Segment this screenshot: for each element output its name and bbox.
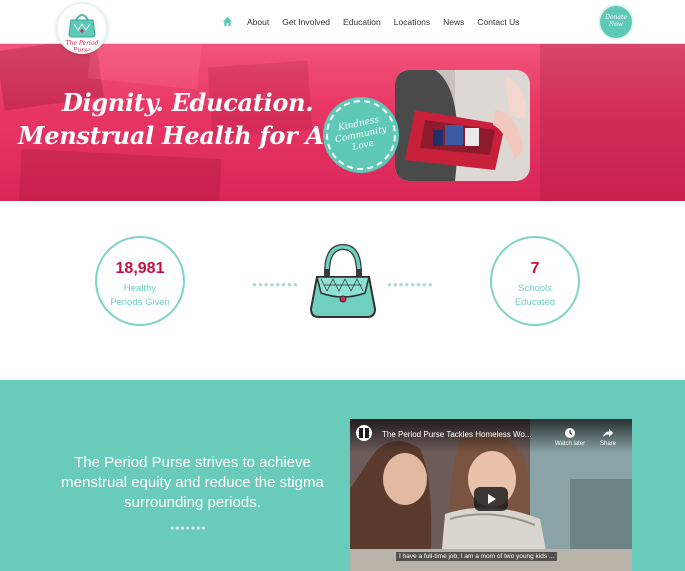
- purse-logo-icon: [68, 14, 96, 38]
- nav-about[interactable]: About: [247, 17, 269, 27]
- hero-bg-shape: [540, 44, 685, 201]
- play-icon: [488, 494, 496, 504]
- home-icon[interactable]: [222, 16, 233, 27]
- nav-news[interactable]: News: [443, 17, 464, 27]
- dots-divider: ●●●●●●●: [170, 525, 207, 532]
- stat-schools-educated: 7 Schools Educated: [490, 236, 580, 326]
- stat-periods-given: 18,981 Healthy Periods Given: [95, 236, 185, 326]
- watch-later-label: Watch later: [555, 441, 586, 447]
- site-logo[interactable]: The Period Purse: [56, 2, 108, 54]
- video-player[interactable]: The Period Purse Tackles Homeless Wo... …: [350, 419, 632, 571]
- stat-label: Healthy Periods Given: [97, 282, 183, 310]
- share-button[interactable]: Share: [600, 427, 616, 447]
- stats-section: 18,981 Healthy Periods Given ●●●●●●●● ●●…: [0, 201, 685, 380]
- stat-label-line: Educated: [514, 297, 556, 308]
- video-caption: I have a full-time job, I am a mom of tw…: [396, 552, 558, 561]
- stat-label-line: Periods Given: [110, 297, 170, 308]
- stat-label: Schools Educated: [492, 282, 578, 310]
- headline-line-1: Dignity. Education.: [62, 88, 314, 117]
- stat-label-line: Healthy: [123, 283, 157, 294]
- nav-get-involved[interactable]: Get Involved: [282, 17, 330, 27]
- mission-statement: The Period Purse strives to achieve mens…: [61, 454, 324, 511]
- purse-icon: [309, 243, 377, 318]
- dots-divider: ●●●●●●●●: [252, 280, 299, 289]
- stat-label-line: Schools: [518, 283, 552, 294]
- stat-value: 18,981: [115, 260, 165, 277]
- watch-later-button[interactable]: Watch later: [555, 427, 585, 447]
- dots-divider: ●●●●●●●●: [387, 280, 434, 289]
- logo-text: The Period Purse: [65, 40, 99, 54]
- hero-photo: [395, 70, 530, 181]
- headline-line-2: Menstrual Health for All.: [18, 121, 350, 150]
- nav-education[interactable]: Education: [343, 17, 381, 27]
- nav-contact-us[interactable]: Contact Us: [477, 17, 519, 27]
- share-label: Share: [600, 441, 617, 447]
- stat-value: 7: [530, 260, 540, 277]
- main-nav: About Get Involved Education Locations N…: [222, 16, 532, 27]
- nav-locations[interactable]: Locations: [394, 17, 430, 27]
- mission-section: The Period Purse strives to achieve mens…: [0, 380, 685, 571]
- clock-icon: [565, 428, 576, 438]
- hero-banner: Dignity. Education. Menstrual Health for…: [0, 44, 685, 201]
- channel-avatar[interactable]: [356, 425, 372, 441]
- donate-button[interactable]: Donate Now: [600, 6, 632, 38]
- hero-headline: Dignity. Education. Menstrual Health for…: [18, 86, 350, 152]
- video-title[interactable]: The Period Purse Tackles Homeless Wo...: [382, 430, 532, 439]
- play-button[interactable]: [474, 487, 508, 511]
- share-icon: [603, 429, 613, 437]
- hero-bg-shape: [18, 148, 222, 201]
